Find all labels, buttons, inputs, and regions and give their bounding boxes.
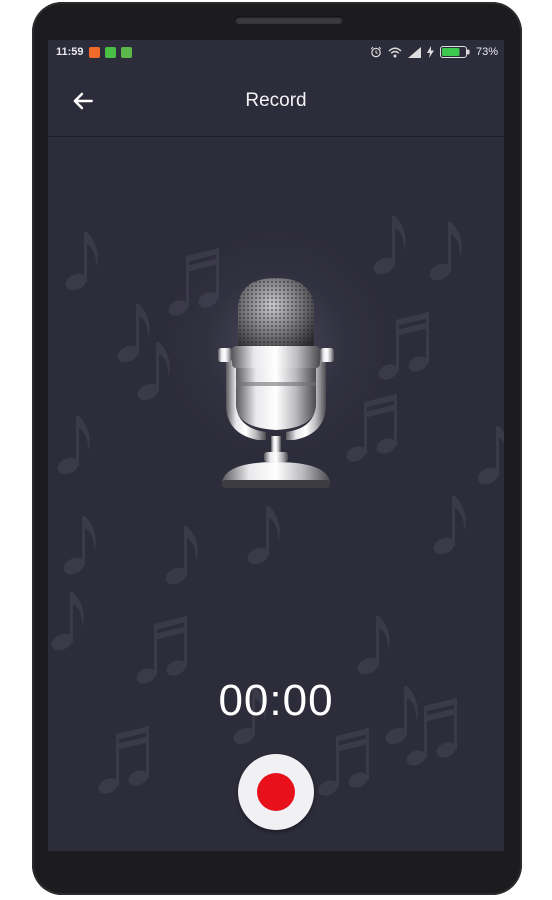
app-bar: Record <box>48 64 504 137</box>
record-dot-icon <box>257 773 295 811</box>
signal-icon <box>407 46 421 58</box>
status-time: 11:59 <box>56 46 84 58</box>
battery-icon <box>439 46 470 58</box>
battery-saver-notification-icon <box>104 46 116 58</box>
elapsed-timer: 00:00 <box>218 676 334 725</box>
battery-percentage: 73% <box>475 46 498 58</box>
app-screen: 11:59 73% Record 00:00 <box>48 40 504 851</box>
alarm-icon <box>370 46 382 58</box>
earpiece-speaker <box>235 16 343 24</box>
charging-icon <box>426 46 434 58</box>
mi-notification-icon <box>88 46 100 58</box>
wifi-icon <box>388 47 402 57</box>
android-notification-icon <box>120 46 132 58</box>
record-button[interactable] <box>238 754 314 830</box>
status-bar: 11:59 73% <box>48 40 504 64</box>
microphone-icon <box>218 278 334 488</box>
page-title: Record <box>245 90 307 111</box>
